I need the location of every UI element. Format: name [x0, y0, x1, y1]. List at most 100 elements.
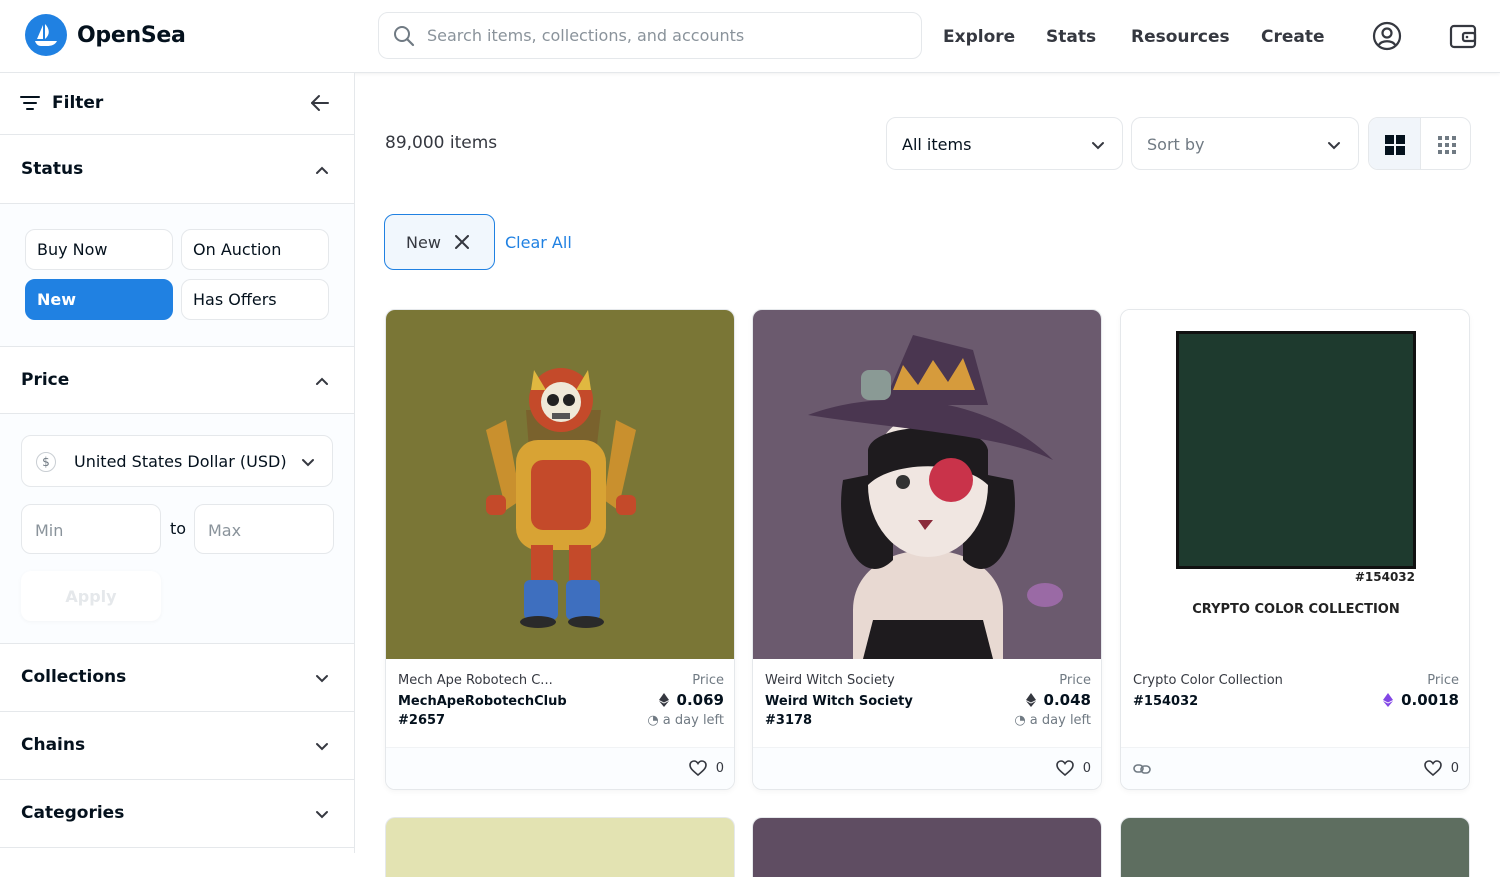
status-new[interactable]: New — [25, 279, 173, 320]
color-swatch — [1176, 331, 1416, 569]
price-section-header[interactable]: Price — [0, 347, 354, 414]
chevron-down-icon — [316, 743, 328, 751]
eth-icon — [658, 693, 669, 707]
card-name: #154032 — [1133, 694, 1199, 709]
filter-title: Filter — [52, 93, 104, 113]
items-filter-select[interactable]: All items — [886, 117, 1123, 170]
nav-resources[interactable]: Resources — [1131, 0, 1230, 73]
sort-select[interactable]: Sort by — [1131, 117, 1359, 170]
card-price: 0.069 — [658, 691, 724, 709]
view-toggle — [1368, 117, 1471, 170]
min-placeholder: Min — [35, 521, 64, 540]
heart-icon — [688, 760, 707, 776]
sort-label: Sort by — [1147, 135, 1205, 154]
collapse-arrow-icon[interactable] — [310, 94, 330, 112]
chevron-down-icon — [302, 459, 314, 467]
price-max-input[interactable]: Max — [194, 504, 334, 554]
like-button[interactable]: 0 — [1423, 760, 1459, 776]
card-price-label: Price — [1059, 673, 1091, 688]
card-time-left-text: a day left — [662, 713, 724, 728]
account-icon[interactable] — [1371, 20, 1403, 52]
main-content: 89,000 items All items Sort by New Clear… — [355, 73, 1500, 877]
price-options: $ United States Dollar (USD) Min to Max … — [0, 414, 354, 644]
nav-stats[interactable]: Stats — [1046, 0, 1096, 73]
nft-card[interactable]: Weird Witch Society Weird Witch Society … — [752, 309, 1102, 790]
price-title: Price — [21, 370, 70, 390]
card-footer: 0 — [753, 747, 1101, 789]
card-name: MechApeRobotechClub #2657 — [398, 694, 567, 728]
card-info: Mech Ape Robotech C... MechApeRobotechCl… — [386, 659, 734, 747]
apply-button[interactable]: Apply — [21, 571, 161, 621]
nft-card[interactable]: Mech Ape Robotech C... MechApeRobotechCl… — [385, 309, 735, 790]
clear-all-link[interactable]: Clear All — [505, 233, 572, 252]
like-button[interactable]: 0 — [1055, 760, 1091, 776]
link-icon[interactable] — [1133, 762, 1151, 776]
card-collection[interactable]: Weird Witch Society — [765, 673, 935, 688]
chains-title: Chains — [21, 735, 86, 755]
nft-image-weird-witch[interactable] — [753, 310, 1101, 659]
heart-icon — [1055, 760, 1074, 776]
card-price-value: 0.048 — [1043, 691, 1091, 709]
opensea-logo-icon — [25, 14, 67, 56]
like-count: 0 — [1082, 760, 1091, 776]
top-header: OpenSea Explore Stats Resources Create — [0, 0, 1500, 73]
card-price: 0.048 — [1025, 691, 1091, 709]
card-time-left-text: a day left — [1029, 713, 1091, 728]
status-buy-now[interactable]: Buy Now — [25, 229, 173, 270]
search-icon — [394, 25, 415, 46]
categories-title: Categories — [21, 803, 125, 823]
active-filter-label: New — [406, 232, 441, 252]
card-collection[interactable]: Mech Ape Robotech C... — [398, 673, 568, 688]
nav-create[interactable]: Create — [1261, 0, 1325, 73]
nft-card-partial[interactable] — [752, 817, 1102, 877]
status-options: Buy Now On Auction New Has Offers — [0, 204, 354, 347]
item-count: 89,000 items — [385, 133, 498, 153]
card-info: Weird Witch Society Weird Witch Society … — [753, 659, 1101, 747]
large-grid-icon — [1384, 134, 1405, 155]
heart-icon — [1423, 760, 1442, 776]
card-name: Weird Witch Society #3178 — [765, 694, 913, 728]
search-bar[interactable] — [378, 12, 922, 59]
currency-value: United States Dollar (USD) — [74, 452, 287, 471]
card-price-label: Price — [692, 673, 724, 688]
currency-select[interactable]: $ United States Dollar (USD) — [21, 435, 333, 487]
like-button[interactable]: 0 — [688, 760, 724, 776]
items-filter-value: All items — [902, 135, 972, 154]
card-time-left: ◔ a day left — [647, 713, 724, 728]
card-collection[interactable]: Crypto Color Collection — [1133, 673, 1303, 688]
nft-card-partial[interactable] — [1120, 817, 1470, 877]
collections-section-header[interactable]: Collections — [0, 644, 354, 712]
nft-image-mech-ape[interactable] — [386, 310, 734, 659]
price-min-input[interactable]: Min — [21, 504, 161, 554]
clock-icon: ◔ — [1014, 713, 1026, 728]
close-icon[interactable] — [454, 235, 469, 249]
status-has-offers[interactable]: Has Offers — [181, 279, 329, 320]
filter-icon — [20, 96, 40, 110]
nav-explore[interactable]: Explore — [943, 0, 1015, 73]
like-count: 0 — [715, 760, 724, 776]
nft-card-partial[interactable] — [385, 817, 735, 877]
categories-section-header[interactable]: Categories — [0, 780, 354, 848]
opensea-logo[interactable]: OpenSea — [25, 14, 186, 56]
chevron-up-icon — [316, 166, 328, 174]
small-grid-view-button[interactable] — [1420, 118, 1470, 169]
status-section-header[interactable]: Status — [0, 135, 354, 204]
chevron-down-icon — [316, 811, 328, 819]
card-price-label: Price — [1427, 673, 1459, 688]
chains-section-header[interactable]: Chains — [0, 712, 354, 780]
swatch-caption: CRYPTO COLOR COLLECTION — [1192, 602, 1400, 617]
active-filter-chip[interactable]: New — [384, 214, 495, 270]
nft-image-crypto-color[interactable]: #154032 CRYPTO COLOR COLLECTION — [1121, 310, 1469, 659]
nft-card[interactable]: #154032 CRYPTO COLOR COLLECTION Crypto C… — [1120, 309, 1470, 790]
wallet-icon[interactable] — [1447, 20, 1479, 52]
status-on-auction[interactable]: On Auction — [181, 229, 329, 270]
like-count: 0 — [1450, 760, 1459, 776]
to-label: to — [170, 519, 187, 538]
large-grid-view-button[interactable] — [1369, 118, 1420, 169]
status-title: Status — [21, 159, 84, 179]
brand-name: OpenSea — [77, 22, 186, 48]
chevron-down-icon — [316, 675, 328, 683]
eth-icon — [1025, 693, 1036, 707]
search-input[interactable] — [427, 26, 887, 45]
max-placeholder: Max — [208, 521, 242, 540]
